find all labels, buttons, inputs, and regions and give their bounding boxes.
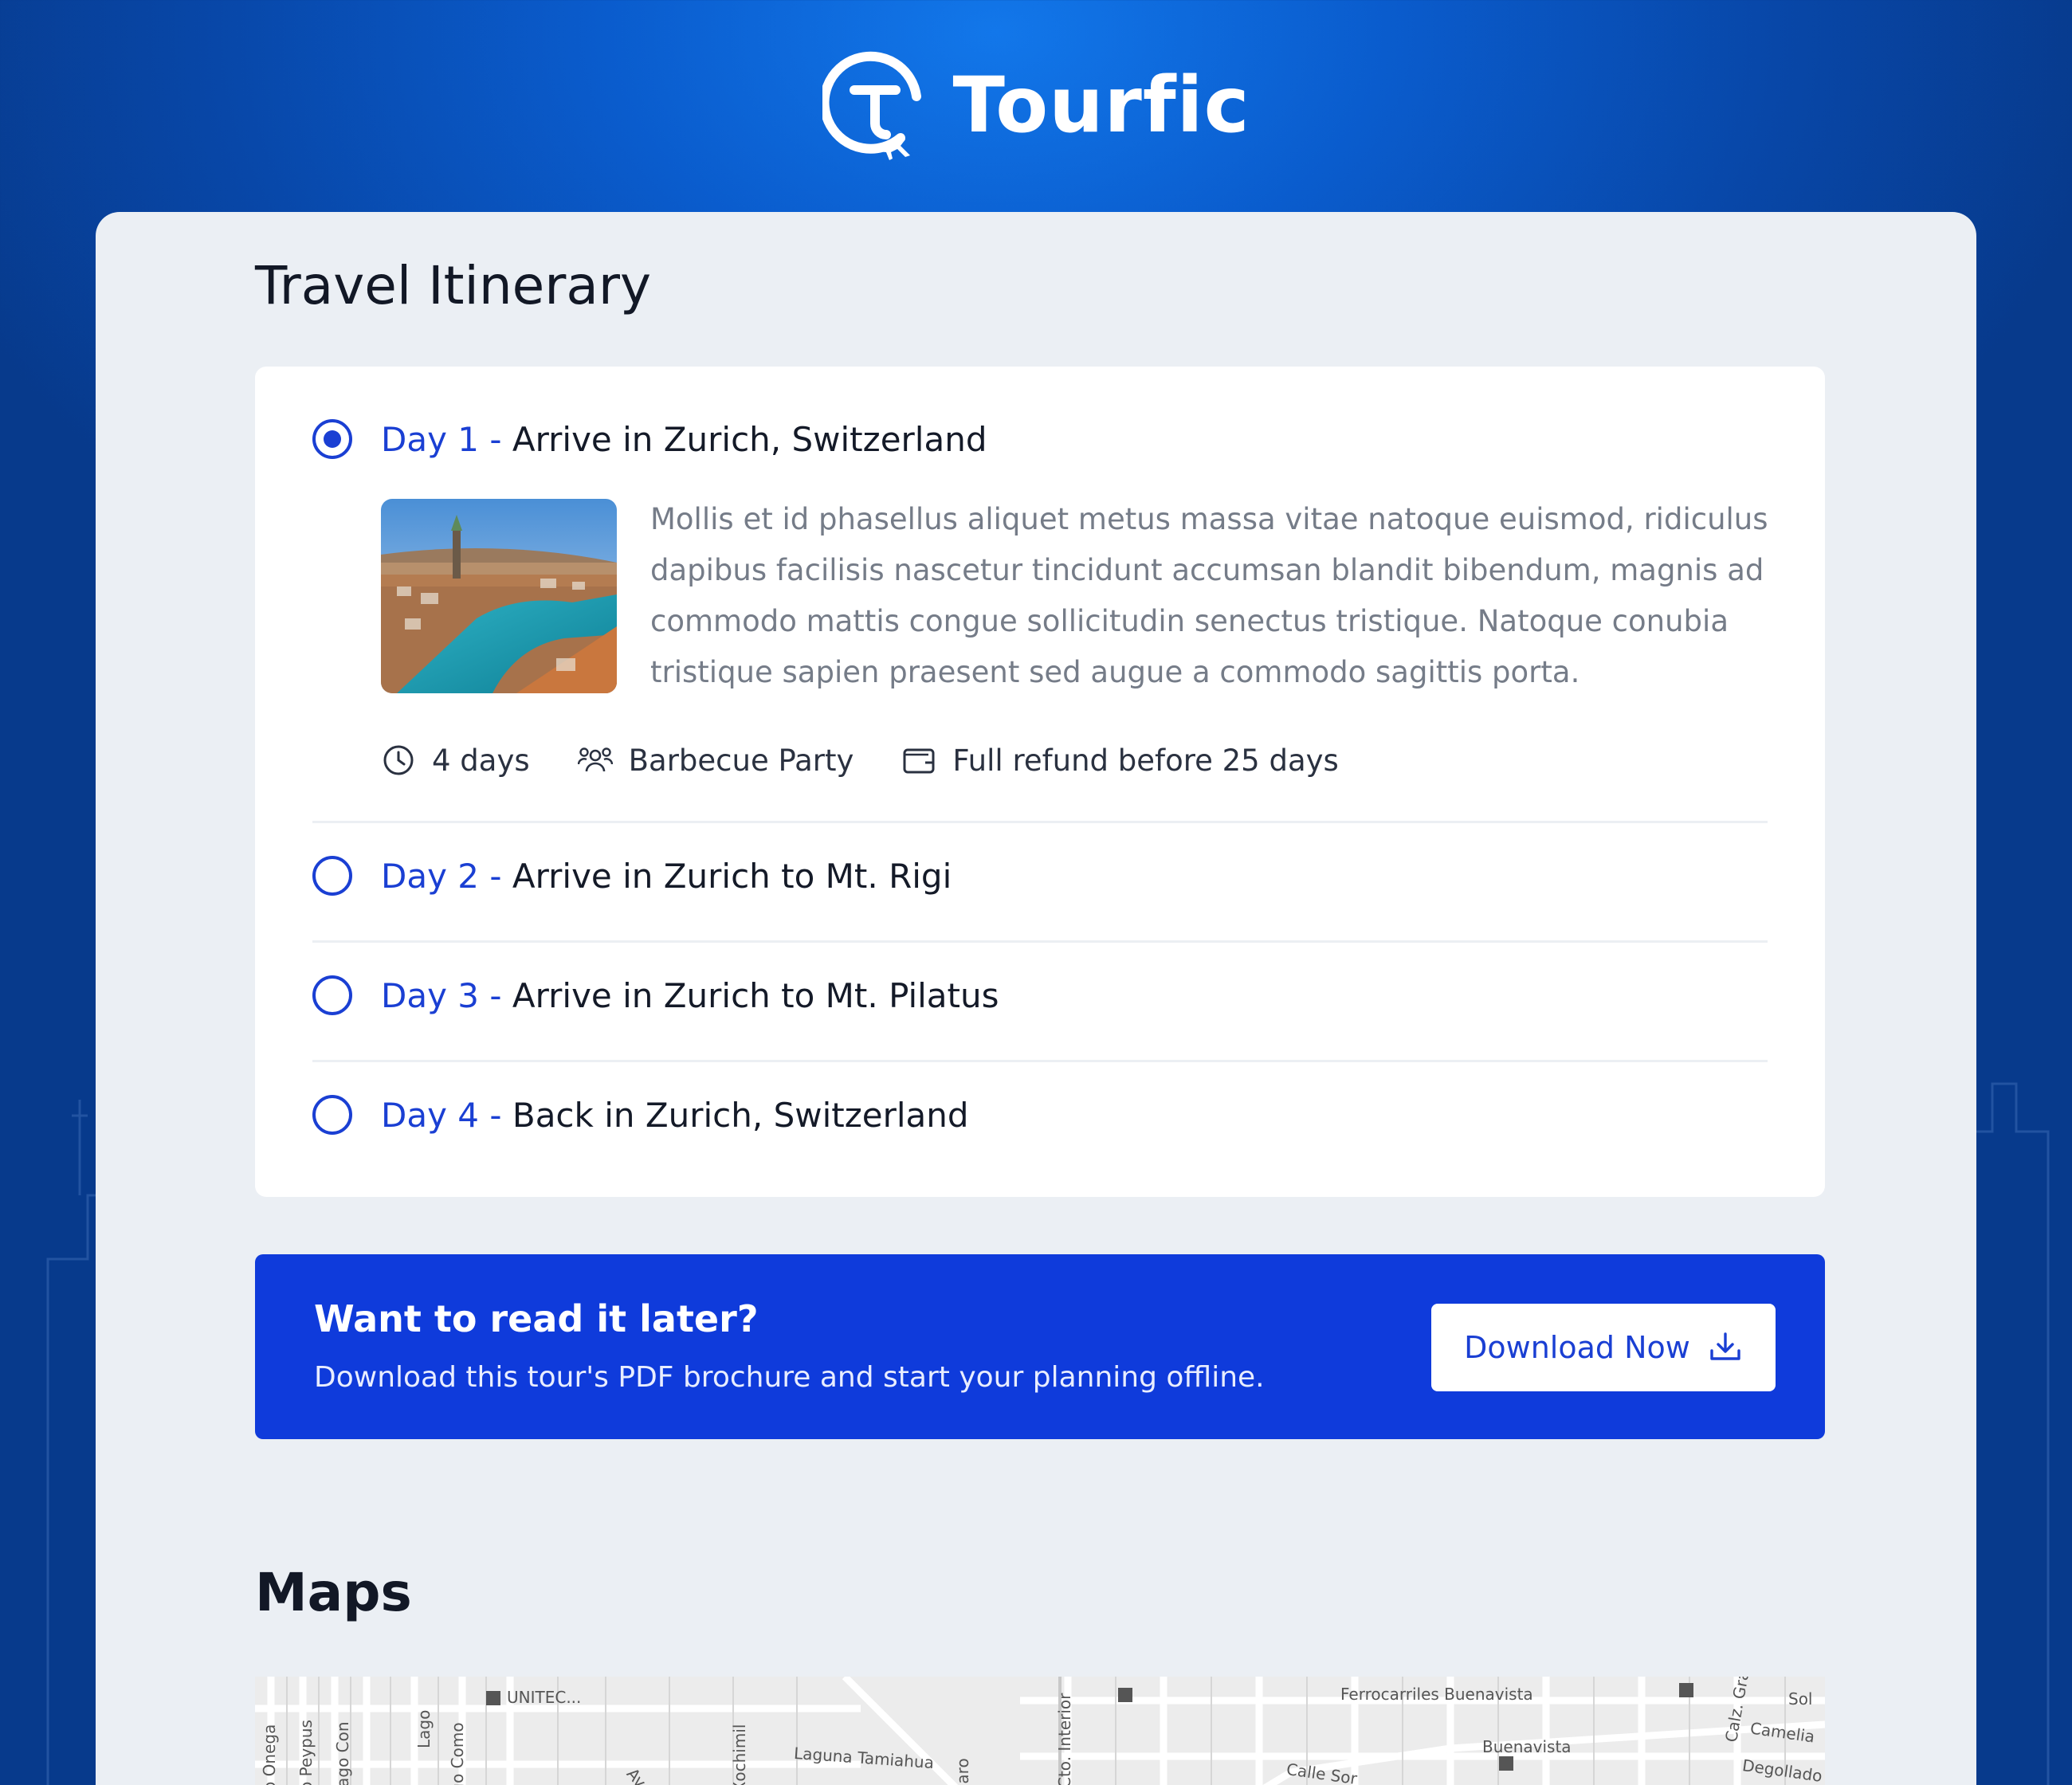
divider <box>312 940 1768 943</box>
users-icon <box>577 747 613 772</box>
map-label: Lago Onega <box>260 1724 279 1785</box>
radio-selected-icon[interactable] <box>312 419 352 459</box>
map-view[interactable]: Lago Onega Lago Peypus Lago Con Lago Lag… <box>255 1677 1825 1785</box>
map-label: Cto. Interior <box>1055 1693 1074 1785</box>
map-label: Ferrocarriles Buenavista <box>1340 1685 1533 1704</box>
map-label: UNITEC... <box>507 1688 582 1707</box>
map-label: Patzcuaro <box>953 1758 972 1785</box>
map-label: Buenavista <box>1482 1737 1572 1756</box>
day-meta: 4 days Barbecue Party Full refund before… <box>381 738 1387 783</box>
download-icon <box>1710 1332 1740 1360</box>
map-label: Lago Peypus <box>296 1720 316 1785</box>
map-label: Lago Como <box>448 1722 467 1785</box>
radio-empty-icon[interactable] <box>312 856 352 896</box>
day-description: Mollis et id phasellus aliquet metus mas… <box>650 502 1768 689</box>
day-heading: Day 1 - Arrive in Zurich, Switzerland <box>381 419 987 459</box>
clock-icon <box>383 745 414 775</box>
cta-subtitle: Download this tour's PDF brochure and st… <box>314 1361 1265 1394</box>
wallet-icon <box>903 748 935 774</box>
day-heading: Day 4 - Back in Zurich, Switzerland <box>381 1095 969 1135</box>
meta-duration: 4 days <box>381 743 530 778</box>
map-label: Lago Con <box>333 1721 352 1785</box>
radio-empty-icon[interactable] <box>312 975 352 1015</box>
day-heading: Day 3 - Arrive in Zurich to Mt. Pilatus <box>381 975 999 1015</box>
day-item-3[interactable]: Day 3 - Arrive in Zurich to Mt. Pilatus <box>312 975 1768 1015</box>
day-item-2[interactable]: Day 2 - Arrive in Zurich to Mt. Rigi <box>312 856 1768 896</box>
itinerary-title: Travel Itinerary <box>255 255 652 316</box>
download-brochure-banner: Want to read it later? Download this tou… <box>255 1254 1825 1439</box>
cta-title: Want to read it later? <box>314 1297 759 1340</box>
tourfic-logo-icon <box>822 51 921 160</box>
brand-name: Tourfic <box>952 61 1250 150</box>
map-label: Sol <box>1788 1689 1813 1708</box>
meta-refund: Full refund before 25 days <box>901 743 1339 778</box>
day-item-1[interactable]: Day 1 - Arrive in Zurich, Switzerland <box>312 419 1768 459</box>
radio-empty-icon[interactable] <box>312 1095 352 1135</box>
divider <box>312 1060 1768 1062</box>
map-label: Lago <box>414 1709 434 1748</box>
day-heading: Day 2 - Arrive in Zurich to Mt. Rigi <box>381 856 952 896</box>
divider <box>312 821 1768 823</box>
maps-title: Maps <box>255 1562 412 1623</box>
content-card: Travel Itinerary Day 1 - Arrive in Zuric… <box>96 212 1976 1785</box>
day-item-4[interactable]: Day 4 - Back in Zurich, Switzerland <box>312 1095 1768 1135</box>
zurich-city-photo <box>381 499 617 693</box>
itinerary-accordion: Day 1 - Arrive in Zurich, Switzerland Mo… <box>255 367 1825 1197</box>
download-now-button[interactable]: Download Now <box>1431 1304 1776 1391</box>
brand-header: Tourfic <box>0 49 2072 161</box>
meta-activity: Barbecue Party <box>577 743 854 778</box>
map-label: Lago Xochimil <box>730 1724 749 1785</box>
